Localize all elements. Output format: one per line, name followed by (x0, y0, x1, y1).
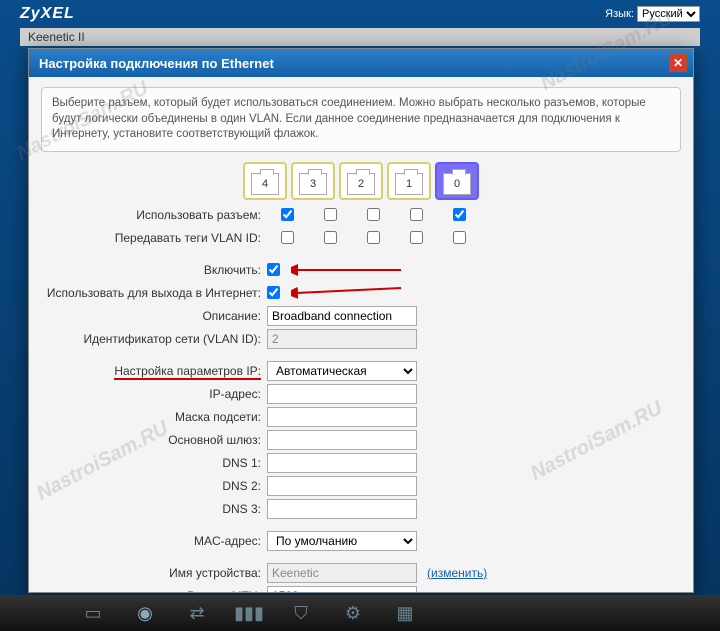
page-subtitle: Keenetic II (20, 28, 700, 46)
gear-icon[interactable]: ⚙ (340, 600, 366, 626)
port-1[interactable]: 1 (387, 162, 431, 200)
mask-input[interactable] (267, 407, 417, 427)
ip-input[interactable] (267, 384, 417, 404)
port-0[interactable]: 0 (435, 162, 479, 200)
ethernet-connection-dialog: Настройка подключения по Ethernet ✕ Выбе… (28, 48, 694, 593)
use-internet-checkbox[interactable] (267, 286, 280, 299)
vlan-tag-2[interactable] (367, 231, 380, 244)
dialog-title: Настройка подключения по Ethernet (39, 56, 274, 71)
bottom-taskbar: ▭ ◉ ⇄ ▮▮▮ ⛉ ⚙ ▦ (0, 595, 720, 631)
apps-icon[interactable]: ▦ (392, 600, 418, 626)
label-description: Описание: (41, 309, 267, 323)
port-3[interactable]: 3 (291, 162, 335, 200)
enable-checkbox[interactable] (267, 263, 280, 276)
change-link[interactable]: (изменить) (427, 566, 487, 580)
ip-mode-select[interactable]: Автоматическая (267, 361, 417, 381)
label-vlan-id: Идентификатор сети (VLAN ID): (41, 332, 267, 346)
label-ip: IP-адрес: (41, 387, 267, 401)
network-icon[interactable]: ⇄ (184, 600, 210, 626)
label-vlan-tag: Передавать теги VLAN ID: (41, 231, 267, 245)
port-4[interactable]: 4 (243, 162, 287, 200)
mac-select[interactable]: По умолчанию (267, 531, 417, 551)
label-dns3: DNS 3: (41, 502, 267, 516)
label-mac: MAC-адрес: (41, 534, 267, 548)
device-name-input (267, 563, 417, 583)
monitor-icon[interactable]: ▭ (80, 600, 106, 626)
gateway-input[interactable] (267, 430, 417, 450)
use-port-0[interactable] (453, 208, 466, 221)
language-select[interactable]: Русский (637, 6, 700, 22)
info-text: Выберите разъем, который будет использов… (41, 87, 681, 152)
label-mtu: Размер MTU: (41, 589, 267, 592)
label-mask: Маска подсети: (41, 410, 267, 424)
use-port-3[interactable] (324, 208, 337, 221)
shield-icon[interactable]: ⛉ (288, 600, 314, 626)
use-port-2[interactable] (367, 208, 380, 221)
label-ip-mode: Настройка параметров IP: (41, 364, 267, 378)
vlan-tag-4[interactable] (281, 231, 294, 244)
label-use-port: Использовать разъем: (41, 208, 267, 222)
label-device-name: Имя устройства: (41, 566, 267, 580)
ports-diagram: 4 3 2 1 0 (41, 162, 681, 200)
vlan-tag-1[interactable] (410, 231, 423, 244)
port-2[interactable]: 2 (339, 162, 383, 200)
vlan-id-input (267, 329, 417, 349)
label-enable: Включить: (41, 263, 267, 277)
vlan-tag-3[interactable] (324, 231, 337, 244)
use-port-4[interactable] (281, 208, 294, 221)
label-dns2: DNS 2: (41, 479, 267, 493)
label-dns1: DNS 1: (41, 456, 267, 470)
globe-icon[interactable]: ◉ (132, 600, 158, 626)
brand-logo: ZyXEL (20, 5, 75, 23)
description-input[interactable] (267, 306, 417, 326)
vlan-tag-0[interactable] (453, 231, 466, 244)
signal-icon[interactable]: ▮▮▮ (236, 600, 262, 626)
dns3-input[interactable] (267, 499, 417, 519)
label-use-internet: Использовать для выхода в Интернет: (41, 286, 267, 300)
dns1-input[interactable] (267, 453, 417, 473)
dns2-input[interactable] (267, 476, 417, 496)
close-icon[interactable]: ✕ (669, 54, 687, 72)
mtu-input[interactable] (267, 586, 417, 592)
label-gateway: Основной шлюз: (41, 433, 267, 447)
language-selector: Язык: Русский (605, 6, 700, 22)
use-port-1[interactable] (410, 208, 423, 221)
